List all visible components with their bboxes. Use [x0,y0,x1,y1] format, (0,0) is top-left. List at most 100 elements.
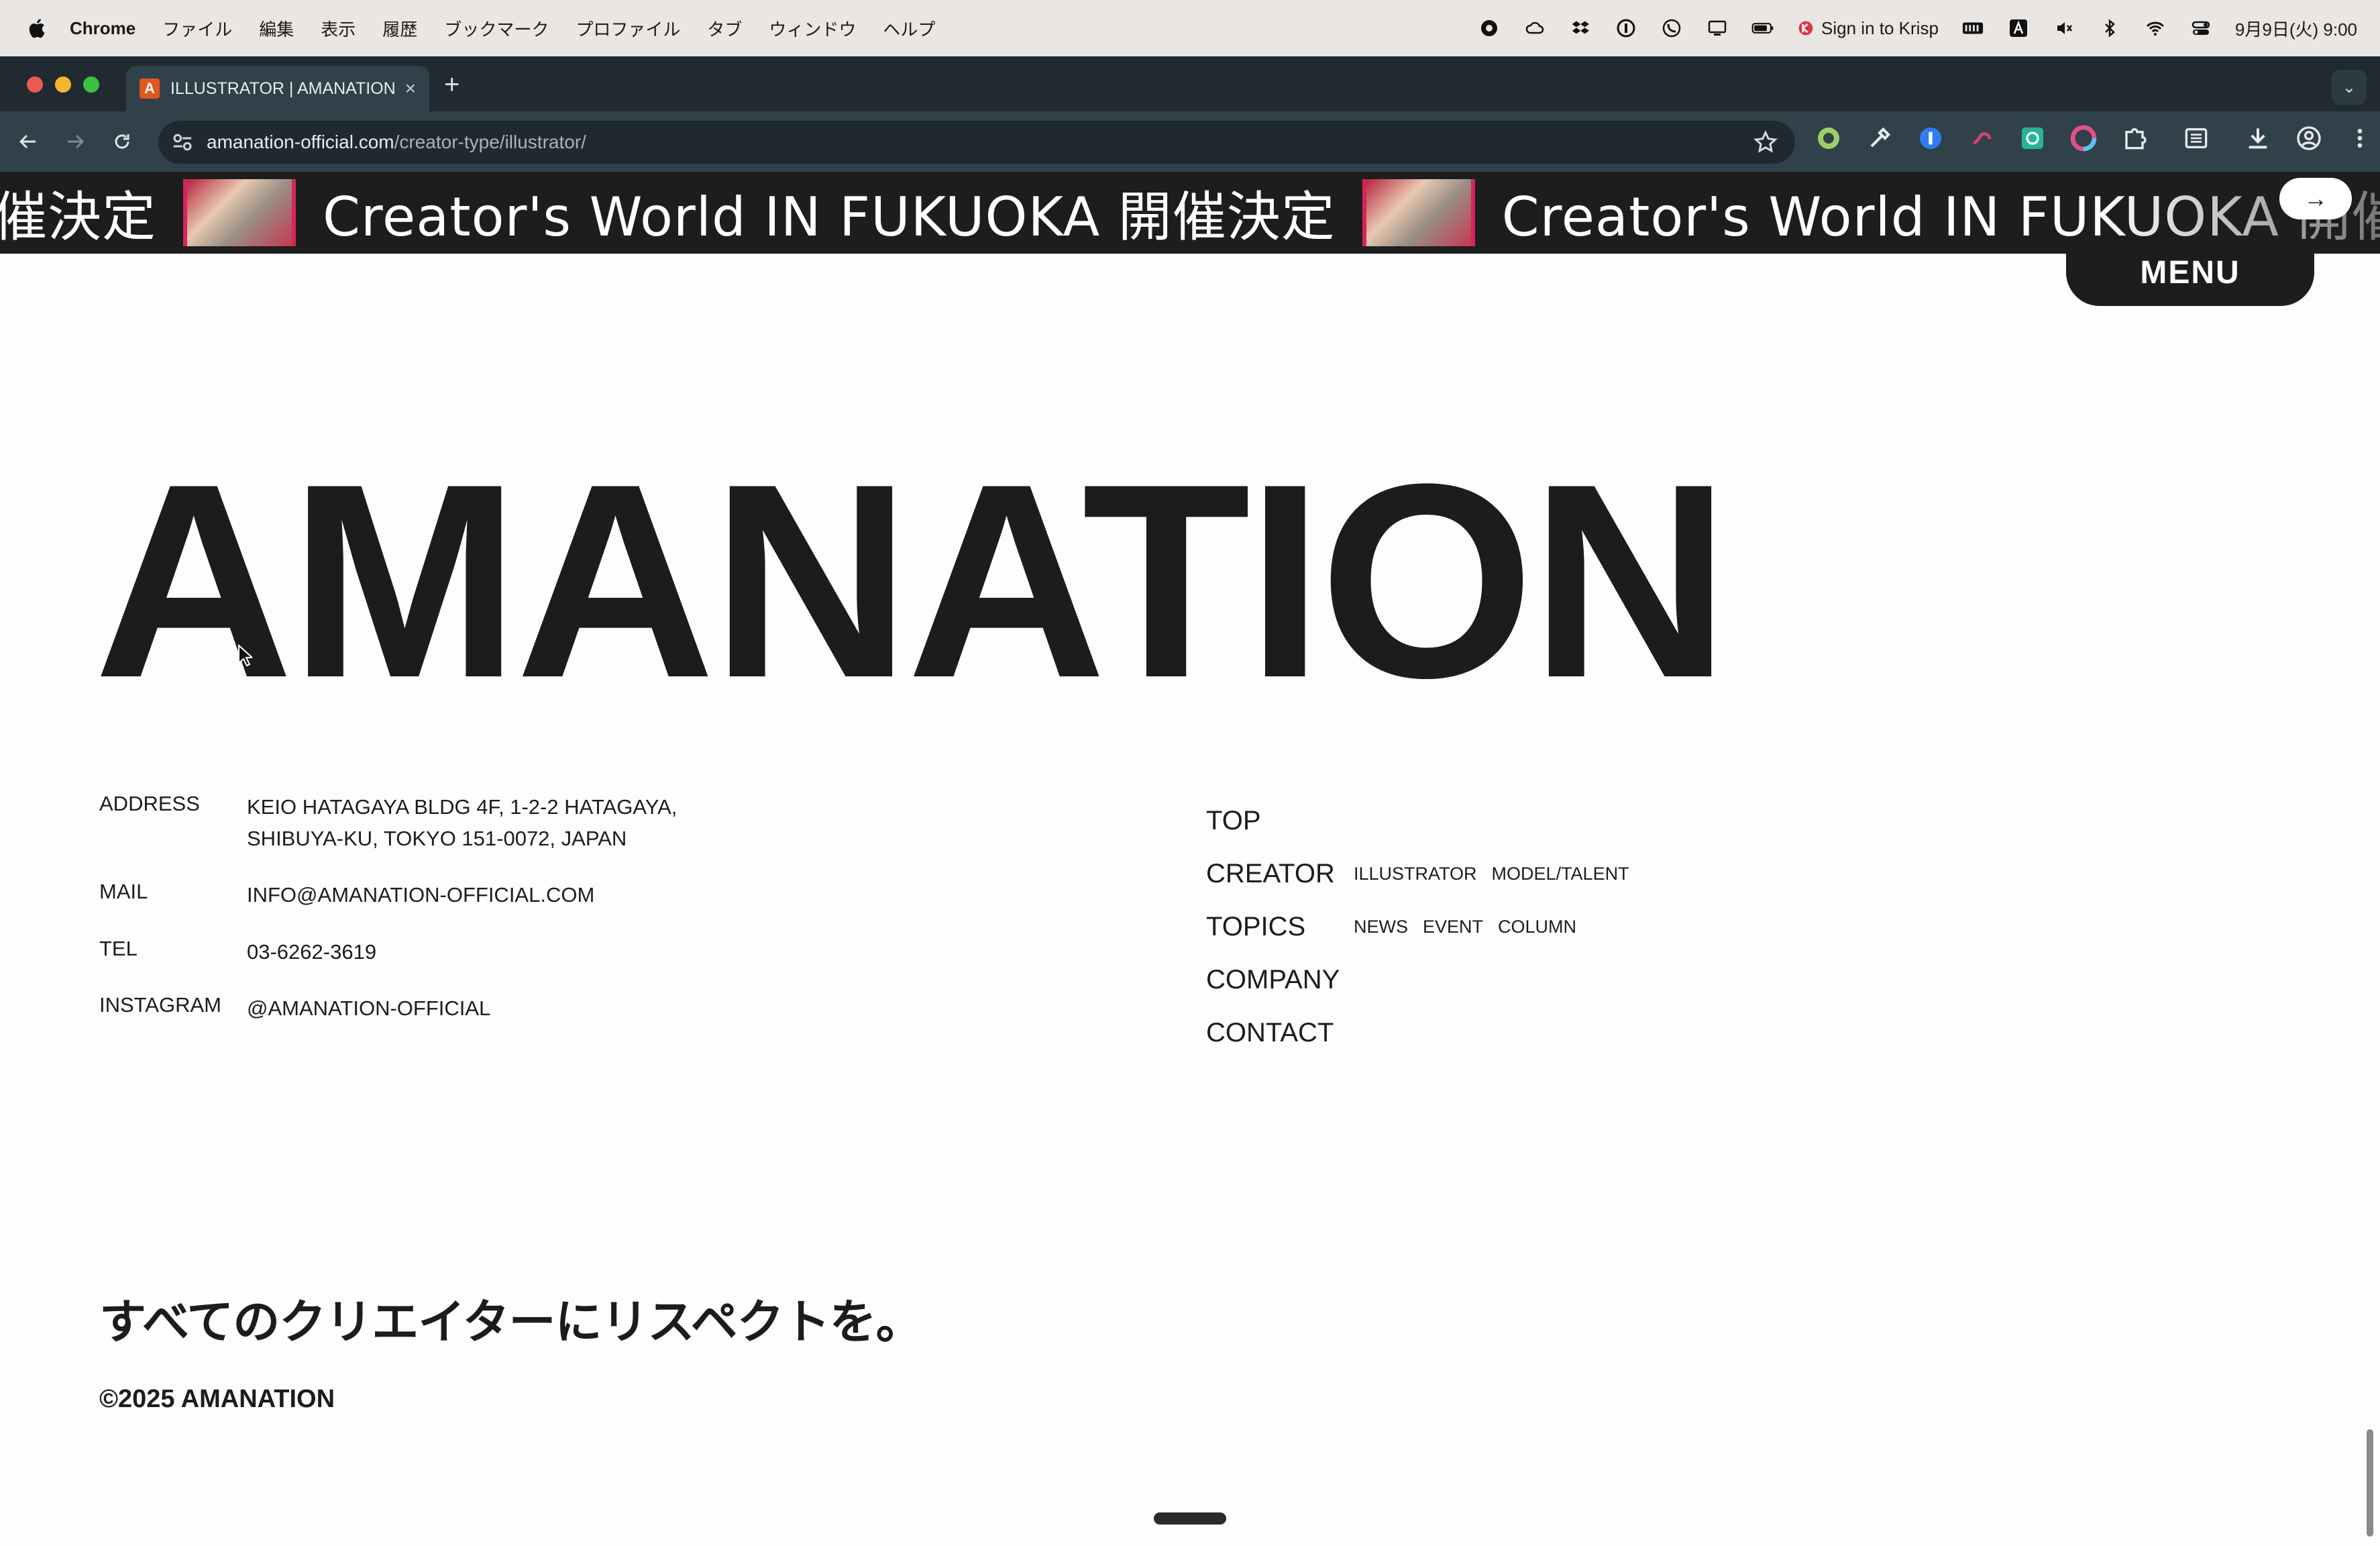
announcement-ticker[interactable]: 催決定 Creator's World IN FUKUOKA 開催決定 Crea… [0,172,2380,254]
krisp-signin[interactable]: Sign in to Krisp [1797,18,1939,39]
instagram-link[interactable]: @AMANATION-OFFICIAL [247,993,490,1025]
extension-teal-icon[interactable] [2019,125,2046,152]
mail-link[interactable]: INFO@AMANATION-OFFICIAL.COM [247,880,594,911]
nav-column-link[interactable]: COLUMN [1498,917,1576,937]
ticker-track: 催決定 Creator's World IN FUKUOKA 開催決定 Crea… [0,172,2380,254]
nav-row-top: TOP [1206,794,1629,847]
nav-model-talent-link[interactable]: MODEL/TALENT [1492,864,1629,884]
menu-bookmarks[interactable]: ブックマーク [431,16,562,41]
footer-nav: TOP CREATOR ILLUSTRATOR MODEL/TALENT TOP… [1206,794,1629,1060]
menu-edit[interactable]: 編集 [246,16,307,41]
more-menu-icon[interactable] [2346,125,2373,152]
reading-list-icon[interactable] [2183,125,2210,152]
nav-topics-subs: NEWS EVENT COLUMN [1354,917,1576,937]
menu-profiles[interactable]: プロファイル [562,16,694,41]
app-name-menu[interactable]: Chrome [70,18,136,39]
nav-contact-link[interactable]: CONTACT [1206,1018,1354,1048]
forward-button[interactable] [62,128,89,155]
reload-icon [115,134,129,149]
address-label: ADDRESS [99,792,200,815]
menu-view[interactable]: 表示 [307,16,369,41]
macos-menubar: Chrome ファイル 編集 表示 履歴 ブックマーク プロファイル タブ ウィ… [0,0,2380,56]
phone-icon[interactable] [1660,18,1683,38]
nav-company-link[interactable]: COMPANY [1206,965,1354,995]
menu-window[interactable]: ウィンドウ [755,16,869,41]
address-bar[interactable]: amanation-official.com/creator-type/illu… [158,121,1795,164]
nav-illustrator-link[interactable]: ILLUSTRATOR [1354,864,1477,884]
ticker-arrow-button[interactable]: → [2279,178,2352,219]
instagram-row: INSTAGRAM @AMANATION-OFFICIAL [99,993,677,1025]
back-button[interactable] [15,128,42,155]
site-favicon-icon: A [140,79,160,99]
site-logo[interactable]: AMANATION [94,443,1730,719]
password-manager-icon[interactable] [1615,18,1637,38]
forward-arrow-icon [68,134,85,149]
menu-button[interactable]: MENU [2066,239,2314,306]
address-line2: SHIBUYA-KU, TOKYO 151-0072, JAPAN [247,826,627,850]
tel-row: TEL 03-6262-3619 [99,937,677,968]
mute-icon[interactable] [2053,18,2075,38]
bookmark-star-icon[interactable] [1753,130,1778,154]
onepassword-icon[interactable] [1917,125,1944,152]
site-info-icon[interactable] [170,130,195,154]
maximize-window-button[interactable] [83,76,99,93]
nav-topics-link[interactable]: TOPICS [1206,912,1354,942]
mouse-cursor-icon [238,644,252,667]
url-host: amanation-official.com [207,132,394,152]
cloud-sync-icon[interactable] [1523,18,1546,38]
keyboard-icon[interactable] [1961,18,1984,38]
menu-history[interactable]: 履歴 [369,16,431,41]
nav-news-link[interactable]: NEWS [1354,917,1408,937]
nav-row-company: COMPANY [1206,954,1629,1007]
tab-title: ILLUSTRATOR | AMANATION [170,79,396,98]
ticker-thumbnail [1362,179,1475,246]
nav-row-contact: CONTACT [1206,1007,1629,1060]
mail-row: MAIL INFO@AMANATION-OFFICIAL.COM [99,880,677,911]
color-picker-icon[interactable] [2070,125,2097,152]
reload-button[interactable] [109,128,136,155]
menu-items: ファイル 編集 表示 履歴 ブックマーク プロファイル タブ ウィンドウ ヘルプ [149,16,949,41]
copyright: ©2025 AMANATION [99,1385,335,1413]
ticker-text: Creator's World IN FUKUOKA 開催決定 [323,186,1336,248]
menu-file[interactable]: ファイル [149,16,246,41]
extension-pink-icon[interactable] [1968,125,1995,152]
apple-icon[interactable] [27,17,46,40]
krisp-icon [1797,19,1815,37]
dropbox-icon[interactable] [1569,18,1592,38]
clock[interactable]: 9月9日(火) 9:00 [2235,16,2357,41]
download-icon[interactable] [2244,125,2271,152]
nav-creator-link[interactable]: CREATOR [1206,859,1354,889]
company-info: ADDRESS KEIO HATAGAYA BLDG 4F, 1-2-2 HAT… [99,792,677,1050]
tab-search-button[interactable]: ⌄ [2332,70,2367,105]
instagram-label: INSTAGRAM [99,993,221,1017]
input-method-icon[interactable] [2007,18,2030,38]
profile-icon[interactable] [2295,125,2322,152]
scrollbar[interactable] [2367,1429,2373,1537]
close-tab-icon[interactable]: × [405,78,416,99]
ticker-thumbnail [183,179,296,246]
wifi-icon[interactable] [2144,18,2167,38]
tel-link[interactable]: 03-6262-3619 [247,937,376,968]
nav-top-link[interactable]: TOP [1206,806,1354,836]
extension-green-icon[interactable] [1815,125,1842,152]
nav-event-link[interactable]: EVENT [1423,917,1483,937]
bluetooth-icon[interactable] [2098,18,2121,38]
display-icon[interactable] [1706,18,1729,38]
page-handle[interactable] [1154,1512,1226,1525]
nav-row-creator: CREATOR ILLUSTRATOR MODEL/TALENT [1206,847,1629,900]
record-icon[interactable] [1478,18,1501,38]
mail-label: MAIL [99,880,148,903]
minimize-window-button[interactable] [55,76,71,93]
control-center-icon[interactable] [2189,18,2212,38]
active-tab[interactable]: A ILLUSTRATOR | AMANATION × [126,66,429,111]
menu-tab[interactable]: タブ [694,16,755,41]
eyedropper-icon[interactable] [1866,125,1893,152]
extensions-puzzle-icon[interactable] [2121,125,2148,152]
tagline: すべてのクリエイターにリスペクトを。 [99,1294,923,1349]
battery-icon[interactable] [1751,18,1774,38]
new-tab-button[interactable]: + [444,70,459,100]
address-value: KEIO HATAGAYA BLDG 4F, 1-2-2 HATAGAYA, S… [247,792,677,854]
address-line1: KEIO HATAGAYA BLDG 4F, 1-2-2 HATAGAYA, [247,795,678,819]
menu-help[interactable]: ヘルプ [869,16,949,41]
close-window-button[interactable] [27,76,43,93]
